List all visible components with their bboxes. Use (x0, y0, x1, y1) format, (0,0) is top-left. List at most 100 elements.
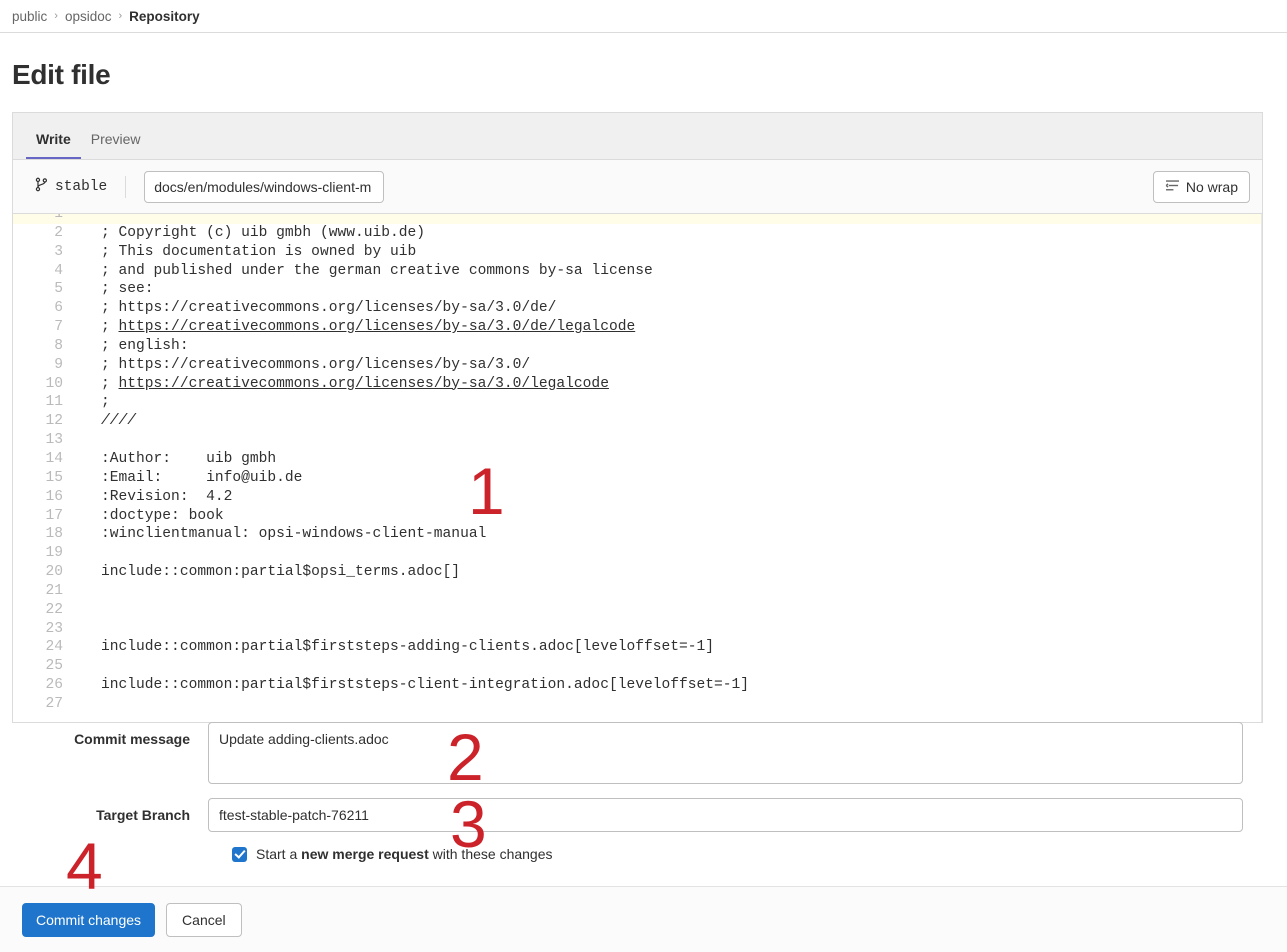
line-number: 19 (13, 544, 75, 563)
target-branch-row: Target Branch (12, 798, 1263, 832)
line-text: ; see: (75, 280, 154, 299)
tab-preview[interactable]: Preview (81, 132, 151, 159)
cancel-button[interactable]: Cancel (166, 903, 242, 937)
code-line: 19 (13, 544, 1261, 563)
breadcrumb-item-public[interactable]: public (12, 9, 47, 24)
code-editor[interactable]: 12; Copyright (c) uib gmbh (www.uib.de)3… (13, 214, 1262, 722)
merge-request-checkbox[interactable] (232, 847, 247, 862)
line-text (75, 601, 101, 620)
tab-write[interactable]: Write (26, 132, 81, 159)
code-line: 12//// (13, 412, 1261, 431)
line-number: 17 (13, 507, 75, 526)
code-line: 6; https://creativecommons.org/licenses/… (13, 299, 1261, 318)
line-number: 22 (13, 601, 75, 620)
line-text: :Revision: 4.2 (75, 488, 232, 507)
branch-icon (35, 177, 48, 197)
code-line: 27 (13, 695, 1261, 714)
line-text: :doctype: book (75, 507, 224, 526)
merge-request-label: Start a new merge request with these cha… (256, 846, 553, 862)
line-number: 5 (13, 280, 75, 299)
breadcrumb-item-repository[interactable]: Repository (129, 9, 200, 24)
code-line: 14:Author: uib gmbh (13, 450, 1261, 469)
code-line: 13 (13, 431, 1261, 450)
line-number: 9 (13, 356, 75, 375)
merge-request-prefix: Start a (256, 846, 301, 862)
line-text: //// (75, 412, 136, 431)
line-number: 20 (13, 563, 75, 582)
code-line: 22 (13, 601, 1261, 620)
code-line: 5; see: (13, 280, 1261, 299)
toolbar-divider (125, 176, 126, 198)
line-text (75, 582, 101, 601)
line-text: ; (75, 393, 110, 412)
line-number: 6 (13, 299, 75, 318)
line-number: 2 (13, 224, 75, 243)
line-text: ; and published under the german creativ… (75, 262, 653, 281)
line-text: include::common:partial$firststeps-clien… (75, 676, 749, 695)
line-text (75, 544, 101, 563)
branch-indicator: stable (25, 177, 107, 197)
code-line: 25 (13, 657, 1261, 676)
line-number: 16 (13, 488, 75, 507)
line-number: 13 (13, 431, 75, 450)
line-number: 24 (13, 638, 75, 657)
line-text: :winclientmanual: opsi-windows-client-ma… (75, 525, 486, 544)
no-wrap-icon (1165, 179, 1180, 195)
code-line: 10; https://creativecommons.org/licenses… (13, 375, 1261, 394)
line-number: 23 (13, 620, 75, 639)
code-line: 24include::common:partial$firststeps-add… (13, 638, 1261, 657)
line-number: 3 (13, 243, 75, 262)
commit-message-input[interactable]: Update adding-clients.adoc (208, 722, 1243, 784)
line-text: ; https://creativecommons.org/licenses/b… (75, 318, 635, 337)
code-line: 7; https://creativecommons.org/licenses/… (13, 318, 1261, 337)
line-text (75, 214, 101, 224)
target-branch-input[interactable] (208, 798, 1243, 832)
editor-tabs: Write Preview (13, 113, 1262, 160)
line-number: 7 (13, 318, 75, 337)
line-number: 11 (13, 393, 75, 412)
line-text (75, 620, 101, 639)
page-title: Edit file (12, 59, 1287, 91)
line-text: :Author: uib gmbh (75, 450, 276, 469)
line-text: ; https://creativecommons.org/licenses/b… (75, 375, 609, 394)
commit-message-row: Commit message Update adding-clients.ado… (12, 722, 1263, 784)
commit-form: Commit message Update adding-clients.ado… (12, 722, 1263, 862)
code-line: 2; Copyright (c) uib gmbh (www.uib.de) (13, 224, 1261, 243)
code-line: 17:doctype: book (13, 507, 1261, 526)
line-number: 1 (13, 214, 75, 224)
actions-bar: Commit changes Cancel (0, 886, 1287, 952)
line-number: 27 (13, 695, 75, 714)
line-text: ; english: (75, 337, 189, 356)
branch-name: stable (55, 179, 107, 195)
line-text: ; https://creativecommons.org/licenses/b… (75, 356, 530, 375)
line-number: 15 (13, 469, 75, 488)
no-wrap-label: No wrap (1186, 179, 1238, 195)
line-text: include::common:partial$opsi_terms.adoc[… (75, 563, 460, 582)
line-number: 18 (13, 525, 75, 544)
no-wrap-button[interactable]: No wrap (1153, 171, 1250, 203)
breadcrumb-separator-icon: › (119, 10, 123, 22)
commit-message-label: Commit message (12, 722, 208, 747)
line-text (75, 657, 101, 676)
breadcrumb-separator-icon: › (54, 10, 58, 22)
line-text: include::common:partial$firststeps-addin… (75, 638, 714, 657)
breadcrumb-item-opsidoc[interactable]: opsidoc (65, 9, 112, 24)
code-line: 8; english: (13, 337, 1261, 356)
code-line: 20include::common:partial$opsi_terms.ado… (13, 563, 1261, 582)
code-line: 3; This documentation is owned by uib (13, 243, 1261, 262)
file-path-input[interactable] (144, 171, 384, 203)
line-number: 8 (13, 337, 75, 356)
code-lines-container: 12; Copyright (c) uib gmbh (www.uib.de)3… (13, 214, 1261, 714)
merge-request-suffix: with these changes (429, 846, 553, 862)
code-line: 9; https://creativecommons.org/licenses/… (13, 356, 1261, 375)
commit-changes-button[interactable]: Commit changes (22, 903, 155, 937)
line-text: ; Copyright (c) uib gmbh (www.uib.de) (75, 224, 425, 243)
code-line: 23 (13, 620, 1261, 639)
line-number: 14 (13, 450, 75, 469)
line-number: 26 (13, 676, 75, 695)
line-number: 10 (13, 375, 75, 394)
editor-toolbar: stable No wrap (13, 160, 1262, 214)
line-text (75, 431, 101, 450)
line-number: 21 (13, 582, 75, 601)
line-number: 25 (13, 657, 75, 676)
